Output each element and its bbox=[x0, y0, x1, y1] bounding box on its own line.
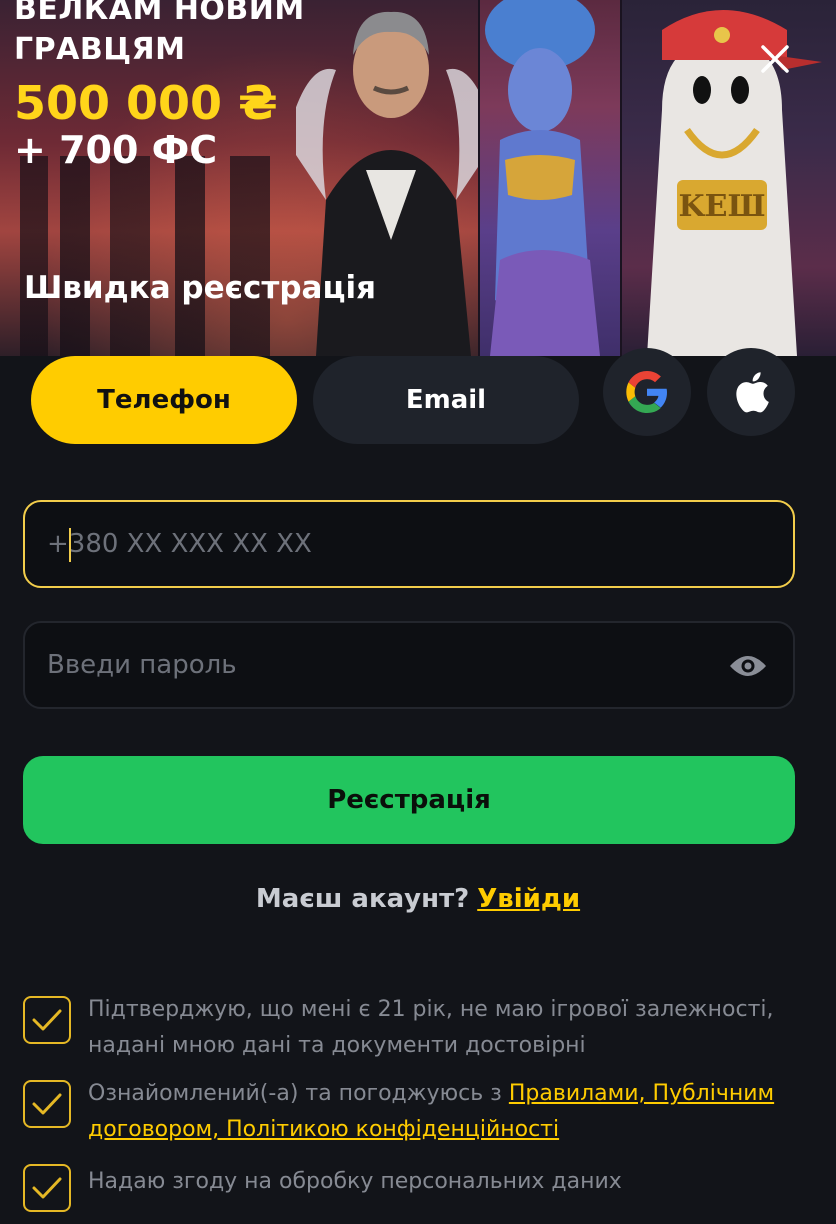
checkmark-icon bbox=[32, 1009, 62, 1031]
eye-icon bbox=[730, 656, 766, 676]
close-button[interactable] bbox=[754, 38, 796, 80]
consent-terms-text: Ознайомлений(-а) та погоджуюсь з Правила… bbox=[88, 1076, 808, 1148]
consent-personal-data-text: Надаю згоду на обробку персональних дани… bbox=[88, 1169, 622, 1194]
google-login-button[interactable] bbox=[603, 348, 691, 436]
apple-icon bbox=[736, 372, 769, 413]
checkmark-icon bbox=[32, 1177, 62, 1199]
tab-email-label: Email bbox=[405, 385, 487, 415]
toggle-password-visibility-button[interactable] bbox=[729, 649, 767, 683]
promo-amount: 500 000 ₴ bbox=[14, 76, 278, 130]
genie-image bbox=[485, 0, 600, 356]
promo-line-2: ГРАВЦЯМ bbox=[14, 32, 186, 67]
tab-email[interactable]: Email bbox=[313, 356, 579, 444]
consent-terms-prefix: Ознайомлений(-а) та погоджуюсь з bbox=[88, 1081, 509, 1106]
consent-age-checkbox[interactable] bbox=[23, 996, 71, 1044]
checkmark-icon bbox=[32, 1093, 62, 1115]
login-link[interactable]: Увійди bbox=[477, 884, 580, 914]
phone-input[interactable] bbox=[25, 501, 793, 587]
tab-phone-label: Телефон bbox=[97, 385, 231, 415]
consent-age-text: Підтверджую, що мені є 21 рік, не маю іг… bbox=[88, 997, 774, 1058]
hat-chain-text: KEШ bbox=[679, 189, 766, 224]
tab-phone[interactable]: Телефон bbox=[31, 356, 297, 444]
promo-banner: KEШ ВЕЛКАМ НОВИМ ГРАВЦЯМ 500 000 ₴ + 700… bbox=[0, 0, 836, 356]
consent-personal-data-checkbox[interactable] bbox=[23, 1164, 71, 1212]
login-prompt-text: Маєш акаунт? bbox=[255, 884, 470, 914]
promo-free-spins: + 700 ФС bbox=[14, 128, 218, 172]
password-input[interactable] bbox=[25, 622, 793, 708]
password-field[interactable] bbox=[23, 621, 795, 709]
login-prompt: Маєш акаунт? Увійди bbox=[0, 884, 836, 914]
promo-line-1: ВЕЛКАМ НОВИМ bbox=[14, 0, 305, 27]
register-button[interactable]: Реєстрація bbox=[23, 756, 795, 844]
ghost-rapper-image: KEШ bbox=[647, 10, 822, 356]
apple-login-button[interactable] bbox=[707, 348, 795, 436]
text-caret bbox=[69, 528, 71, 562]
google-icon bbox=[626, 371, 667, 413]
page-title: Швидка реєстрація bbox=[24, 270, 376, 306]
phone-field[interactable] bbox=[23, 500, 795, 588]
consent-terms-checkbox[interactable] bbox=[23, 1080, 71, 1128]
banner-panel-genie bbox=[480, 0, 620, 356]
banner-panel-ghost: KEШ bbox=[622, 0, 836, 356]
close-icon bbox=[761, 45, 789, 73]
